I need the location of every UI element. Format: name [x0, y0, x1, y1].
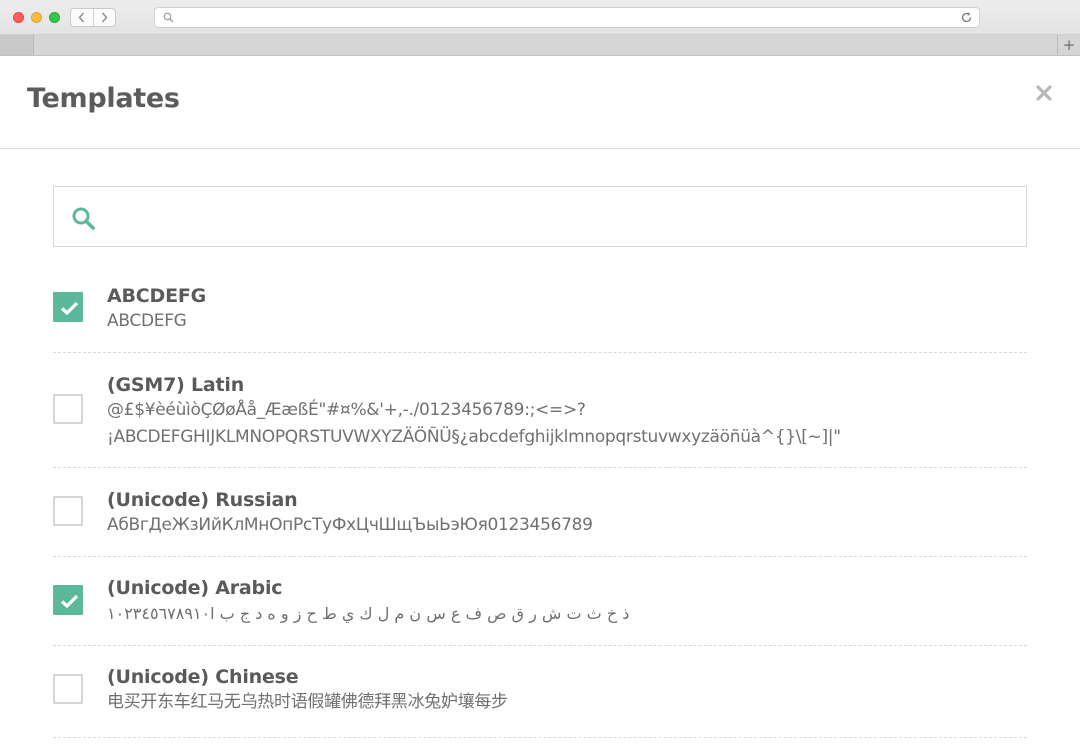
reload-icon[interactable] — [960, 11, 973, 24]
close-icon — [1036, 85, 1052, 101]
search-input[interactable] — [106, 197, 1010, 237]
template-checkbox[interactable] — [53, 674, 83, 704]
window-minimize-dot[interactable] — [31, 12, 42, 23]
address-bar[interactable] — [154, 7, 980, 28]
template-preview-line: ذ خ ث ت ش ر ق ص ف ع س ن م ل ك ي ط ح ز و … — [107, 604, 630, 623]
chevron-left-icon — [78, 12, 85, 23]
template-text: ABCDEFG ABCDEFG — [107, 284, 206, 335]
back-button[interactable] — [71, 9, 93, 26]
search-icon — [72, 207, 95, 230]
window-close-dot[interactable] — [13, 12, 24, 23]
list-item[interactable]: (Unicode) Chinese 电买开东车红马无乌热时语假罐佛德拜黑冰兔妒壤… — [53, 646, 1027, 738]
new-tab-button[interactable]: + — [1057, 35, 1080, 55]
search-box — [53, 186, 1027, 247]
window-zoom-dot[interactable] — [49, 12, 60, 23]
checkmark-icon — [60, 301, 79, 316]
template-text: (Unicode) Arabic ذ خ ث ت ش ر ق ص ف ع س ن… — [107, 576, 630, 627]
modal-header: Templates — [0, 56, 1080, 149]
tab-strip-left — [0, 35, 34, 55]
template-preview-line: @£$¥èéùìòÇØøÅå_ÆæßÉ"#¤%&'+,-./0123456789… — [107, 400, 586, 420]
template-checkbox[interactable] — [53, 496, 83, 526]
template-name: (GSM7) Latin — [107, 374, 245, 396]
chevron-right-icon — [101, 12, 108, 23]
template-text: (Unicode) Russian АбВгДеЖзИйКлМнОпРсТуФх… — [107, 488, 593, 539]
template-name: (Unicode) Russian — [107, 489, 298, 511]
list-item[interactable]: (GSM7) Latin @£$¥èéùìòÇØøÅå_ÆæßÉ"#¤%&'+,… — [53, 353, 1027, 468]
template-preview-line: АбВгДеЖзИйКлМнОпРсТуФхЦчШщЪыЬэЮя01234567… — [107, 515, 593, 535]
nav-buttons — [70, 8, 116, 27]
list-item[interactable]: (Unicode) Arabic ذ خ ث ت ش ر ق ص ف ع س ن… — [53, 557, 1027, 646]
template-name: ABCDEFG — [107, 285, 207, 307]
template-checkbox[interactable] — [53, 394, 83, 424]
checkmark-icon — [60, 594, 79, 609]
tab-bar: + — [0, 35, 1080, 56]
list-item[interactable]: (Unicode) Russian АбВгДеЖзИйКлМнОпРсТуФх… — [53, 468, 1027, 557]
template-preview-line: ¡ABCDEFGHIJKLMNOPQRSTUVWXYZÄÖÑÜ§¿abcdefg… — [107, 427, 841, 447]
templates-list: ABCDEFG ABCDEFG (GSM7) Latin @£$¥èéùìòÇØ… — [53, 262, 1027, 738]
template-name: (Unicode) Chinese — [107, 666, 299, 688]
close-button[interactable] — [1035, 84, 1053, 102]
browser-toolbar — [0, 0, 1080, 35]
url-search-icon — [163, 12, 174, 23]
template-preview-line: ABCDEFG — [107, 311, 187, 331]
template-text: (GSM7) Latin @£$¥èéùìòÇØøÅå_ÆæßÉ"#¤%&'+,… — [107, 373, 841, 451]
template-text: (Unicode) Chinese 电买开东车红马无乌热时语假罐佛德拜黑冰兔妒壤… — [107, 665, 508, 716]
template-checkbox-checked[interactable] — [53, 292, 83, 322]
forward-button[interactable] — [92, 9, 116, 26]
list-item[interactable]: ABCDEFG ABCDEFG — [53, 262, 1027, 353]
template-checkbox-checked[interactable] — [53, 585, 83, 615]
template-name: (Unicode) Arabic — [107, 577, 283, 599]
template-preview-line: 电买开东车红马无乌热时语假罐佛德拜黑冰兔妒壤每步 — [107, 692, 508, 712]
modal-title: Templates — [27, 83, 180, 114]
